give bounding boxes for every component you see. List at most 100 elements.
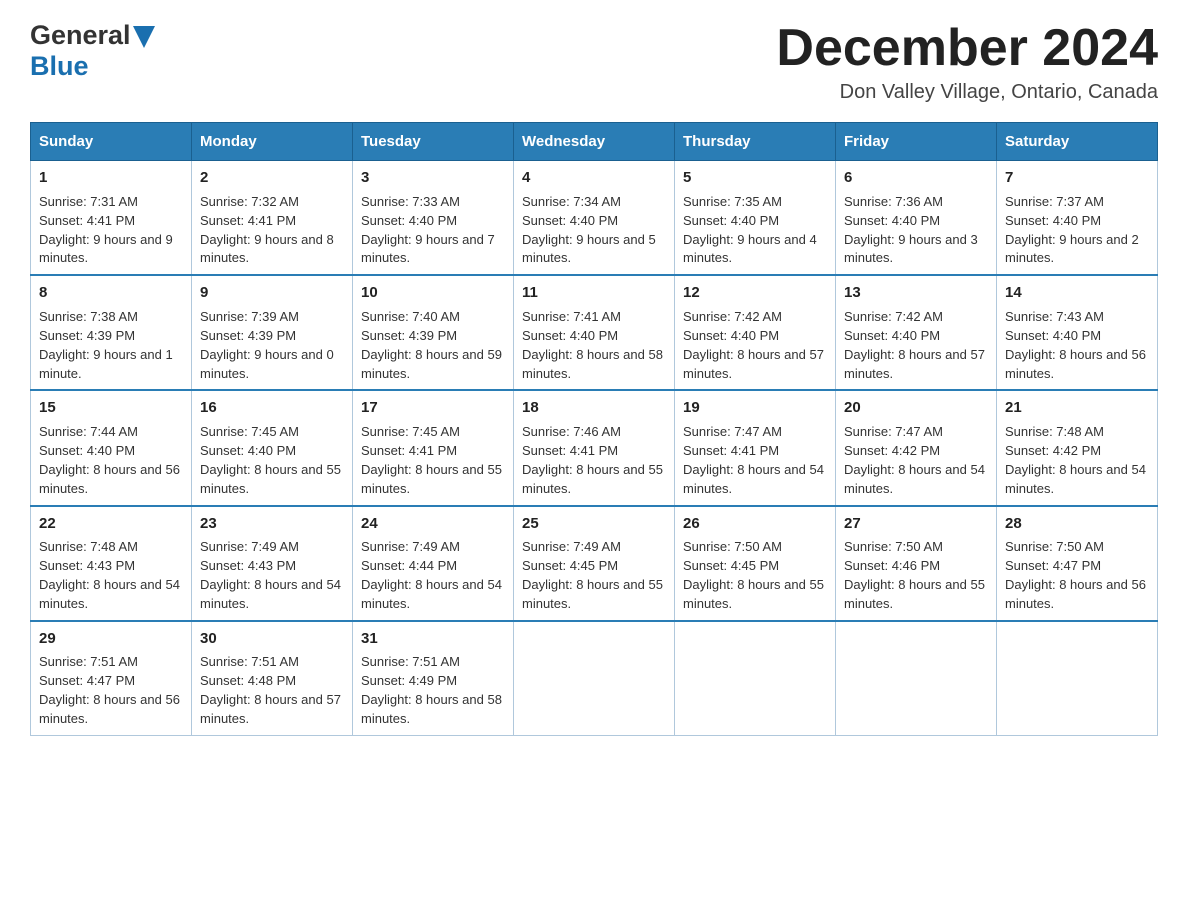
day-number: 23: [200, 513, 344, 535]
day-info: Sunrise: 7:50 AMSunset: 4:46 PMDaylight:…: [844, 539, 985, 611]
table-row: 25 Sunrise: 7:49 AMSunset: 4:45 PMDayligh…: [514, 506, 675, 621]
day-info: Sunrise: 7:39 AMSunset: 4:39 PMDaylight:…: [200, 309, 334, 381]
day-info: Sunrise: 7:50 AMSunset: 4:45 PMDaylight:…: [683, 539, 824, 611]
table-row: 1Sunrise: 7:31 AMSunset: 4:41 PMDaylight…: [31, 161, 192, 276]
day-number: 16: [200, 397, 344, 419]
month-title: December 2024: [776, 20, 1158, 77]
calendar-week-row: 22 Sunrise: 7:48 AMSunset: 4:43 PMDayligh…: [31, 506, 1158, 621]
day-info: Sunrise: 7:33 AMSunset: 4:40 PMDaylight:…: [361, 194, 495, 266]
day-number: 18: [522, 397, 666, 419]
col-sunday: Sunday: [31, 123, 192, 161]
calendar-title-area: December 2024 Don Valley Village, Ontari…: [776, 20, 1158, 104]
day-info: Sunrise: 7:38 AMSunset: 4:39 PMDaylight:…: [39, 309, 173, 381]
logo-blue-text: Blue: [30, 51, 89, 81]
day-number: 3: [361, 167, 505, 189]
table-row: [997, 621, 1158, 736]
day-info: Sunrise: 7:48 AMSunset: 4:43 PMDaylight:…: [39, 539, 180, 611]
day-number: 12: [683, 282, 827, 304]
location-subtitle: Don Valley Village, Ontario, Canada: [776, 81, 1158, 104]
table-row: 20 Sunrise: 7:47 AMSunset: 4:42 PMDayligh…: [836, 390, 997, 505]
table-row: 27 Sunrise: 7:50 AMSunset: 4:46 PMDayligh…: [836, 506, 997, 621]
table-row: 26 Sunrise: 7:50 AMSunset: 4:45 PMDayligh…: [675, 506, 836, 621]
day-info: Sunrise: 7:36 AMSunset: 4:40 PMDaylight:…: [844, 194, 978, 266]
day-info: Sunrise: 7:46 AMSunset: 4:41 PMDaylight:…: [522, 424, 663, 496]
day-info: Sunrise: 7:42 AMSunset: 4:40 PMDaylight:…: [683, 309, 824, 381]
day-number: 11: [522, 282, 666, 304]
day-number: 19: [683, 397, 827, 419]
day-info: Sunrise: 7:51 AMSunset: 4:49 PMDaylight:…: [361, 654, 502, 726]
col-monday: Monday: [192, 123, 353, 161]
day-info: Sunrise: 7:50 AMSunset: 4:47 PMDaylight:…: [1005, 539, 1146, 611]
table-row: 30Sunrise: 7:51 AMSunset: 4:48 PMDayligh…: [192, 621, 353, 736]
day-info: Sunrise: 7:31 AMSunset: 4:41 PMDaylight:…: [39, 194, 173, 266]
day-info: Sunrise: 7:45 AMSunset: 4:40 PMDaylight:…: [200, 424, 341, 496]
day-info: Sunrise: 7:45 AMSunset: 4:41 PMDaylight:…: [361, 424, 502, 496]
table-row: 5 Sunrise: 7:35 AMSunset: 4:40 PMDaylight…: [675, 161, 836, 276]
table-row: 11 Sunrise: 7:41 AMSunset: 4:40 PMDayligh…: [514, 275, 675, 390]
table-row: 7 Sunrise: 7:37 AMSunset: 4:40 PMDaylight…: [997, 161, 1158, 276]
day-info: Sunrise: 7:34 AMSunset: 4:40 PMDaylight:…: [522, 194, 656, 266]
day-info: Sunrise: 7:49 AMSunset: 4:45 PMDaylight:…: [522, 539, 663, 611]
day-number: 15: [39, 397, 183, 419]
table-row: 14 Sunrise: 7:43 AMSunset: 4:40 PMDayligh…: [997, 275, 1158, 390]
table-row: 13 Sunrise: 7:42 AMSunset: 4:40 PMDayligh…: [836, 275, 997, 390]
day-number: 31: [361, 628, 505, 650]
col-saturday: Saturday: [997, 123, 1158, 161]
day-number: 26: [683, 513, 827, 535]
day-number: 5: [683, 167, 827, 189]
table-row: 9Sunrise: 7:39 AMSunset: 4:39 PMDaylight…: [192, 275, 353, 390]
table-row: 31 Sunrise: 7:51 AMSunset: 4:49 PMDayligh…: [353, 621, 514, 736]
day-number: 8: [39, 282, 183, 304]
day-number: 27: [844, 513, 988, 535]
calendar-header-row: Sunday Monday Tuesday Wednesday Thursday…: [31, 123, 1158, 161]
day-info: Sunrise: 7:37 AMSunset: 4:40 PMDaylight:…: [1005, 194, 1139, 266]
table-row: [675, 621, 836, 736]
day-info: Sunrise: 7:40 AMSunset: 4:39 PMDaylight:…: [361, 309, 502, 381]
table-row: 22 Sunrise: 7:48 AMSunset: 4:43 PMDayligh…: [31, 506, 192, 621]
day-number: 20: [844, 397, 988, 419]
logo: General Blue: [30, 20, 155, 82]
table-row: 4 Sunrise: 7:34 AMSunset: 4:40 PMDaylight…: [514, 161, 675, 276]
table-row: 23 Sunrise: 7:49 AMSunset: 4:43 PMDayligh…: [192, 506, 353, 621]
day-info: Sunrise: 7:35 AMSunset: 4:40 PMDaylight:…: [683, 194, 817, 266]
table-row: 16 Sunrise: 7:45 AMSunset: 4:40 PMDayligh…: [192, 390, 353, 505]
col-wednesday: Wednesday: [514, 123, 675, 161]
day-number: 14: [1005, 282, 1149, 304]
table-row: 6Sunrise: 7:36 AMSunset: 4:40 PMDaylight…: [836, 161, 997, 276]
day-info: Sunrise: 7:51 AMSunset: 4:47 PMDaylight:…: [39, 654, 180, 726]
col-thursday: Thursday: [675, 123, 836, 161]
table-row: 28Sunrise: 7:50 AMSunset: 4:47 PMDayligh…: [997, 506, 1158, 621]
day-info: Sunrise: 7:47 AMSunset: 4:42 PMDaylight:…: [844, 424, 985, 496]
table-row: 10 Sunrise: 7:40 AMSunset: 4:39 PMDayligh…: [353, 275, 514, 390]
table-row: 29 Sunrise: 7:51 AMSunset: 4:47 PMDayligh…: [31, 621, 192, 736]
table-row: 15Sunrise: 7:44 AMSunset: 4:40 PMDayligh…: [31, 390, 192, 505]
table-row: 12 Sunrise: 7:42 AMSunset: 4:40 PMDayligh…: [675, 275, 836, 390]
day-info: Sunrise: 7:48 AMSunset: 4:42 PMDaylight:…: [1005, 424, 1146, 496]
calendar-week-row: 29 Sunrise: 7:51 AMSunset: 4:47 PMDayligh…: [31, 621, 1158, 736]
day-number: 7: [1005, 167, 1149, 189]
day-info: Sunrise: 7:42 AMSunset: 4:40 PMDaylight:…: [844, 309, 985, 381]
table-row: 18 Sunrise: 7:46 AMSunset: 4:41 PMDayligh…: [514, 390, 675, 505]
table-row: 8 Sunrise: 7:38 AMSunset: 4:39 PMDaylight…: [31, 275, 192, 390]
day-number: 10: [361, 282, 505, 304]
day-info: Sunrise: 7:51 AMSunset: 4:48 PMDaylight:…: [200, 654, 341, 726]
day-number: 13: [844, 282, 988, 304]
calendar-week-row: 8 Sunrise: 7:38 AMSunset: 4:39 PMDaylight…: [31, 275, 1158, 390]
day-number: 29: [39, 628, 183, 650]
day-info: Sunrise: 7:43 AMSunset: 4:40 PMDaylight:…: [1005, 309, 1146, 381]
table-row: 21Sunrise: 7:48 AMSunset: 4:42 PMDayligh…: [997, 390, 1158, 505]
table-row: [514, 621, 675, 736]
logo-triangle-icon: [133, 26, 155, 48]
table-row: 24Sunrise: 7:49 AMSunset: 4:44 PMDayligh…: [353, 506, 514, 621]
day-number: 17: [361, 397, 505, 419]
day-info: Sunrise: 7:49 AMSunset: 4:43 PMDaylight:…: [200, 539, 341, 611]
day-number: 2: [200, 167, 344, 189]
calendar-week-row: 1Sunrise: 7:31 AMSunset: 4:41 PMDaylight…: [31, 161, 1158, 276]
day-number: 4: [522, 167, 666, 189]
col-tuesday: Tuesday: [353, 123, 514, 161]
day-number: 25: [522, 513, 666, 535]
day-info: Sunrise: 7:41 AMSunset: 4:40 PMDaylight:…: [522, 309, 663, 381]
table-row: [836, 621, 997, 736]
day-number: 22: [39, 513, 183, 535]
table-row: 17 Sunrise: 7:45 AMSunset: 4:41 PMDayligh…: [353, 390, 514, 505]
